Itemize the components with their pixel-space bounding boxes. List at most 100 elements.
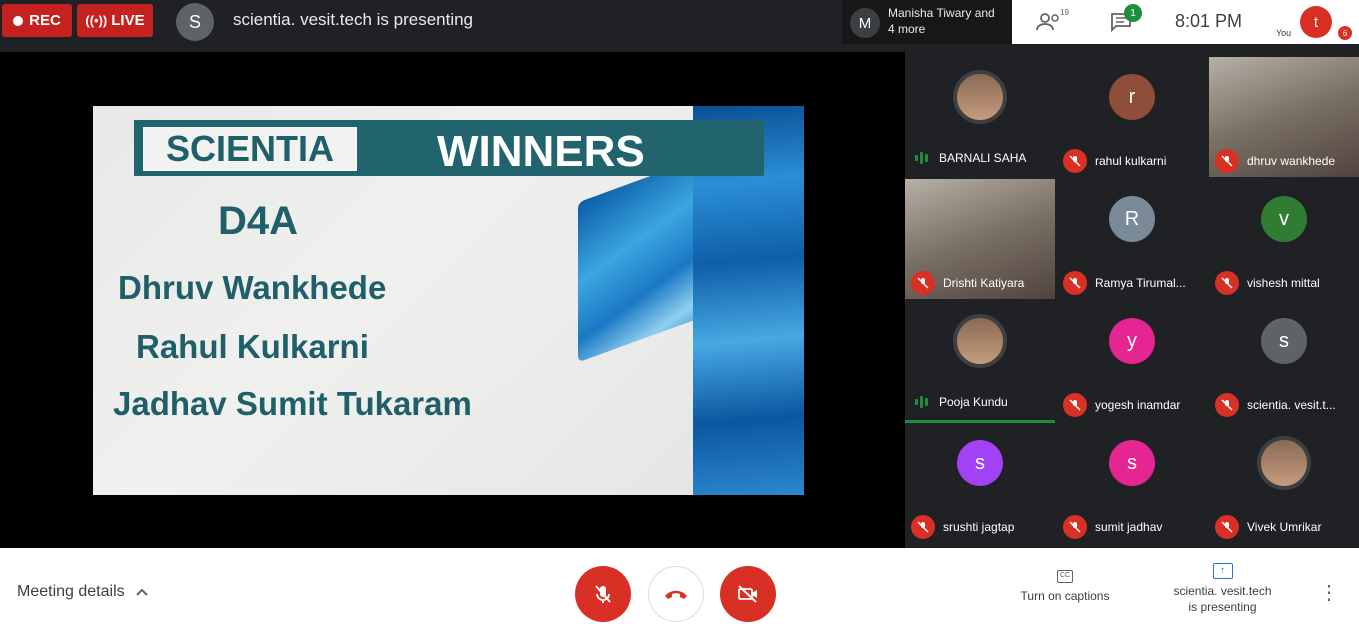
participant-avatar: v xyxy=(1261,196,1307,242)
participant-avatar: r xyxy=(1109,74,1155,120)
participant-tile[interactable]: s scientia. vesit.t... xyxy=(1209,301,1359,421)
speaking-indicator-icon xyxy=(911,149,931,167)
participant-name-row: dhruv wankhede xyxy=(1215,149,1335,173)
meet-window: REC ((•)) LIVE S scientia. vesit.tech is… xyxy=(0,0,1359,624)
participant-avatar: R xyxy=(1109,196,1155,242)
presenting-label: scientia. vesit.tech xyxy=(1173,584,1272,598)
participant-avatar: s xyxy=(1261,318,1307,364)
participant-photo xyxy=(953,314,1007,368)
participant-name-row: Ramya Tirumal... xyxy=(1063,271,1186,295)
participant-name: scientia. vesit.t... xyxy=(1247,398,1336,412)
participant-name-row: Pooja Kundu xyxy=(911,393,1008,411)
winner-name: Dhruv Wankhede xyxy=(118,269,387,306)
mic-muted-icon xyxy=(1063,393,1087,417)
chevron-up-icon xyxy=(135,588,148,596)
participant-avatar: s xyxy=(1109,440,1155,486)
participant-name: srushti jagtap xyxy=(943,520,1015,534)
mic-muted-icon xyxy=(1063,271,1087,295)
mic-toggle-button[interactable] xyxy=(575,566,631,622)
presenting-button[interactable]: ↑ scientia. vesit.tech is presenting xyxy=(1160,563,1285,615)
winner-name: Rahul Kulkarni xyxy=(136,328,369,365)
live-label: LIVE xyxy=(111,12,145,29)
participant-tile[interactable]: y yogesh inamdar xyxy=(1057,301,1207,421)
participant-name: BARNALI SAHA xyxy=(939,151,1027,165)
recording-badge[interactable]: REC xyxy=(2,4,72,37)
people-count: 19 xyxy=(1060,8,1069,17)
joined-text: Manisha Tiwary and 4 more xyxy=(888,6,995,36)
presenting-label: is presenting xyxy=(1188,600,1257,614)
top-right-panel: 19 1 8:01 PM You t 6 xyxy=(1012,0,1359,44)
presenter-avatar: S xyxy=(176,3,214,41)
more-options-icon[interactable]: ⋮ xyxy=(1319,580,1339,605)
camera-off-icon xyxy=(738,585,757,603)
joined-notification[interactable]: M Manisha Tiwary and 4 more xyxy=(842,0,1012,44)
participant-name: dhruv wankhede xyxy=(1247,154,1336,168)
participant-name-row: BARNALI SAHA xyxy=(911,149,1026,167)
participant-tile[interactable]: Pooja Kundu xyxy=(905,301,1055,423)
team-name: D4A xyxy=(218,199,299,243)
participant-name-row: yogesh inamdar xyxy=(1063,393,1180,417)
captions-label: Turn on captions xyxy=(1020,589,1110,603)
mic-off-icon xyxy=(595,585,611,603)
participant-name-row: scientia. vesit.t... xyxy=(1215,393,1336,417)
rec-label: REC xyxy=(29,12,61,29)
live-badge[interactable]: ((•)) LIVE xyxy=(77,4,153,37)
participant-name-row: sumit jadhav xyxy=(1063,515,1162,539)
top-bar: REC ((•)) LIVE S scientia. vesit.tech is… xyxy=(0,0,1359,44)
winner-name: Jadhav Sumit Tukaram xyxy=(113,385,472,422)
participant-tile[interactable]: v vishesh mittal xyxy=(1209,179,1359,299)
camera-toggle-button[interactable] xyxy=(720,566,776,622)
participant-name: sumit jadhav xyxy=(1095,520,1163,534)
participant-name-row: Drishti Katiyara xyxy=(911,271,1024,295)
participant-name-row: srushti jagtap xyxy=(911,515,1014,539)
participant-tile[interactable]: Drishti Katiyara xyxy=(905,179,1055,299)
slide-title: WINNERS xyxy=(437,127,645,176)
broadcast-icon: ((•)) xyxy=(85,13,108,28)
mic-muted-icon xyxy=(911,515,935,539)
participant-name-row: rahul kulkarni xyxy=(1063,149,1166,173)
participant-name: Pooja Kundu xyxy=(939,395,1008,409)
participant-photo xyxy=(1257,436,1311,490)
participant-avatar: s xyxy=(957,440,1003,486)
mic-muted-icon xyxy=(1063,149,1087,173)
hang-up-icon xyxy=(665,590,687,599)
captions-button[interactable]: CC Turn on captions xyxy=(1010,570,1120,603)
participant-tile[interactable]: s sumit jadhav xyxy=(1057,423,1207,543)
record-dot-icon xyxy=(13,15,24,26)
speaking-indicator-icon xyxy=(911,393,931,411)
participant-photo xyxy=(953,70,1007,124)
participant-tile[interactable]: BARNALI SAHA xyxy=(905,57,1055,177)
participant-name: Drishti Katiyara xyxy=(943,276,1025,290)
participant-avatar: y xyxy=(1109,318,1155,364)
mic-muted-icon xyxy=(1215,393,1239,417)
participant-name-row: vishesh mittal xyxy=(1215,271,1320,295)
meeting-details-button[interactable]: Meeting details xyxy=(17,583,149,601)
participant-name: yogesh inamdar xyxy=(1095,398,1181,412)
present-screen-icon: ↑ xyxy=(1212,563,1233,579)
mic-muted-icon xyxy=(911,271,935,295)
mic-muted-icon xyxy=(1215,149,1239,173)
you-badge: 6 xyxy=(1338,26,1352,40)
bottom-bar: Meeting details CC Turn on captions ↑ sc… xyxy=(0,548,1359,624)
participant-tile[interactable]: r rahul kulkarni xyxy=(1057,57,1207,177)
captions-icon: CC xyxy=(1057,570,1073,583)
meeting-details-label: Meeting details xyxy=(17,583,125,600)
participant-tile[interactable]: Vivek Umrikar xyxy=(1209,423,1359,543)
presentation-slide: SCIENTIA WINNERS D4A Dhruv Wankhede Rahu… xyxy=(93,106,804,495)
participant-tile[interactable]: R Ramya Tirumal... xyxy=(1057,179,1207,299)
joined-avatar: M xyxy=(850,8,880,38)
presenter-text: scientia. vesit.tech is presenting xyxy=(233,10,474,29)
leave-call-button[interactable] xyxy=(648,566,704,622)
you-avatar[interactable]: t xyxy=(1300,6,1332,38)
chat-badge: 1 xyxy=(1124,4,1142,22)
mic-muted-icon xyxy=(1063,515,1087,539)
participant-tile[interactable]: dhruv wankhede xyxy=(1209,57,1359,177)
slide-brand: SCIENTIA xyxy=(143,127,357,171)
participant-grid: BARNALI SAHA r rahul kulkarni dhruv wankhed… xyxy=(905,57,1359,547)
participant-name: vishesh mittal xyxy=(1247,276,1320,290)
clock: 8:01 PM xyxy=(1175,11,1243,31)
you-label: You xyxy=(1276,28,1292,38)
participant-tile[interactable]: s srushti jagtap xyxy=(905,423,1055,543)
slide-banner: SCIENTIA WINNERS xyxy=(134,120,764,176)
participant-name: Vivek Umrikar xyxy=(1247,520,1322,534)
